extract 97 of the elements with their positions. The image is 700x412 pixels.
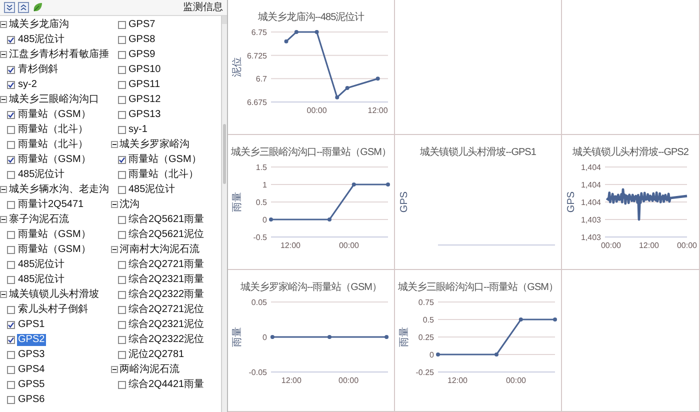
chart-title: 城关镇锁儿头村滑坡--GPS1 — [420, 147, 536, 159]
tree-item[interactable]: 综合2Q2322雨量 — [128, 288, 206, 300]
tree-item[interactable]: 综合2Q2322泥位 — [128, 334, 206, 346]
axis-title: 泥位 — [232, 57, 242, 77]
tick-label: 00:00 — [600, 241, 621, 250]
tree-group-label[interactable]: 沈沟 — [120, 198, 140, 210]
tick-label: 1,403 — [580, 233, 600, 242]
tick-label: 12:00 — [280, 241, 300, 250]
tree-item[interactable]: 雨量站（北斗） — [128, 168, 200, 180]
tick-label: 0 — [262, 333, 266, 342]
tree-group-label[interactable]: 江盘乡青杉村看敏庙捶 — [9, 48, 109, 60]
tree-item[interactable]: 雨量站（北斗） — [17, 138, 89, 150]
tree-item[interactable]: 雨量站（GSM） — [17, 228, 92, 240]
tree-item[interactable]: 综合2Q5621雨量 — [128, 214, 206, 226]
chart-title: 城关乡龙庙沟--485泥位计 — [258, 12, 364, 24]
tick-label: 0.25 — [418, 333, 434, 342]
tick-label: 12:00 — [446, 376, 468, 385]
tree-group-label[interactable]: 城关镇锁儿头村滑坡 — [9, 288, 99, 300]
tick-label: 1,404 — [580, 180, 600, 190]
tree-item[interactable]: sy-2 — [17, 78, 38, 90]
tick-label: 12:00 — [280, 376, 301, 385]
tick-label: 0.5 — [255, 198, 266, 207]
tick-label: 00:00 — [505, 376, 526, 385]
tree-item[interactable]: 雨量站（GSM） — [17, 154, 92, 166]
tree-item[interactable]: 泥位2Q2781 — [128, 348, 186, 360]
tick-label: 0.05 — [250, 298, 266, 307]
tree-item[interactable]: GPS4 — [17, 364, 46, 376]
tree-item[interactable]: GPS1 — [17, 318, 46, 330]
tick-label: 1,404 — [580, 163, 600, 172]
tick-label: 00:00 — [306, 106, 326, 115]
tree-item[interactable]: 485泥位计 — [17, 274, 66, 286]
axis-title: 雨量 — [398, 327, 410, 347]
tree-item[interactable]: 索儿头村子倒斜 — [17, 304, 89, 316]
tick-label: 1.5 — [255, 163, 266, 172]
axis-title: GPS — [566, 191, 576, 213]
panel-title: 监测信息 — [183, 2, 223, 14]
tick-label: 1,403 — [580, 216, 600, 224]
chart-title: 城关乡三眼峪沟沟口--雨量站（GSM） — [231, 147, 391, 159]
tick-label: 1 — [262, 180, 266, 190]
tree-item[interactable]: GPS12 — [128, 94, 162, 106]
tree-item[interactable]: GPS6 — [17, 394, 46, 406]
chart-title: 城关镇锁儿头村滑坡--GPS2 — [572, 147, 688, 159]
tree-item[interactable]: 485泥位计 — [17, 258, 66, 270]
axis-title: 雨量 — [232, 327, 242, 347]
tree-group-label[interactable]: 两峪沟泥石流 — [120, 364, 180, 376]
tree-group-label[interactable]: 寨子沟泥石流 — [9, 214, 69, 226]
tick-label: 6.75 — [250, 28, 266, 37]
tree-item[interactable]: 青杉倒斜 — [17, 64, 59, 76]
tree-item[interactable]: GPS3 — [17, 348, 46, 360]
tick-label: -0.5 — [252, 233, 266, 242]
tree-item[interactable]: GPS7 — [128, 18, 156, 30]
tree-item[interactable]: 综合2Q2721雨量 — [128, 258, 206, 270]
tick-label: 6.675 — [246, 98, 266, 107]
tree-item[interactable]: 综合2Q5621泥位 — [128, 228, 206, 240]
tree-group-label[interactable]: 城关乡罗家峪沟 — [120, 138, 190, 150]
tick-label: 00:00 — [676, 241, 697, 250]
tick-label: 00:00 — [338, 241, 359, 250]
tree-item[interactable]: 雨量计2Q5471 — [17, 198, 85, 210]
tree-group-label[interactable]: 城关乡三眼峪沟沟口 — [9, 94, 99, 106]
axis-title: 雨量 — [232, 192, 242, 212]
tree-item[interactable]: 综合2Q4421雨量 — [128, 378, 206, 390]
tick-label: 0.5 — [422, 316, 434, 324]
tree-item[interactable]: 485泥位计 — [17, 34, 66, 46]
tick-label: -0.25 — [415, 368, 434, 377]
tick-label: 0 — [262, 216, 266, 224]
tree-group-label[interactable]: 河南村大沟泥石流 — [120, 244, 200, 256]
tree-item[interactable]: 雨量站（GSM） — [17, 108, 92, 120]
tree-item[interactable]: 485泥位计 — [17, 168, 66, 180]
tick-label: 1,404 — [580, 198, 600, 207]
tick-label: 0.75 — [418, 298, 434, 307]
tree-item[interactable]: 雨量站（GSM） — [17, 244, 92, 256]
tick-label: 0 — [429, 350, 434, 360]
tick-label: 12:00 — [367, 106, 388, 115]
tree-item[interactable]: GPS13 — [128, 108, 162, 120]
tree-group-label[interactable]: 城关乡辆水沟、老走沟 — [9, 184, 109, 196]
tree-item[interactable]: GPS9 — [128, 48, 156, 60]
tick-label: 6.725 — [246, 51, 266, 60]
tree-item[interactable]: sy-1 — [128, 124, 148, 136]
tree-item[interactable]: GPS11 — [128, 78, 161, 90]
tree-item[interactable]: GPS2 — [17, 334, 46, 346]
tree-item[interactable]: 雨量站（GSM） — [128, 154, 202, 166]
tree-item[interactable]: 485泥位计 — [128, 184, 176, 196]
tree-item[interactable]: 综合2Q2321雨量 — [128, 274, 206, 286]
chart-title: 城关乡三眼峪沟沟口--雨量站（GSM） — [398, 282, 558, 294]
chart-title: 城关乡罗家峪沟--雨量站（GSM） — [240, 282, 382, 294]
tick-label: 00:00 — [338, 376, 358, 385]
tick-label: 12:00 — [638, 241, 659, 250]
tree-item[interactable]: GPS5 — [17, 378, 46, 390]
axis-title: GPS — [398, 191, 410, 213]
tree-item[interactable]: 雨量站（北斗） — [17, 124, 89, 136]
tree-group-label[interactable]: 城关乡龙庙沟 — [9, 18, 69, 30]
tree-item[interactable]: 综合2Q2721泥位 — [128, 304, 206, 316]
tree-item[interactable]: GPS10 — [128, 64, 162, 76]
tree-item[interactable]: 综合2Q2321泥位 — [128, 318, 206, 330]
tree-item[interactable]: GPS8 — [128, 34, 156, 46]
tick-label: -0.05 — [248, 368, 266, 377]
tick-label: 6.7 — [255, 74, 266, 84]
